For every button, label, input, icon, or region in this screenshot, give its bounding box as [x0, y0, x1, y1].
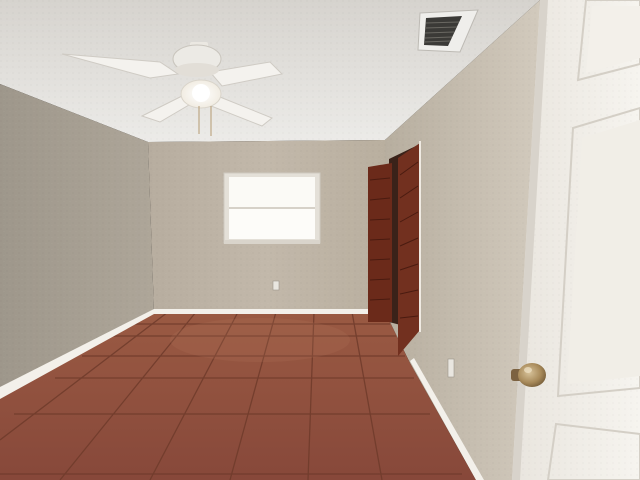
wall-outlet — [272, 280, 280, 291]
window — [223, 172, 321, 244]
room-scene — [0, 0, 640, 480]
right-wall-outlet — [447, 358, 455, 378]
